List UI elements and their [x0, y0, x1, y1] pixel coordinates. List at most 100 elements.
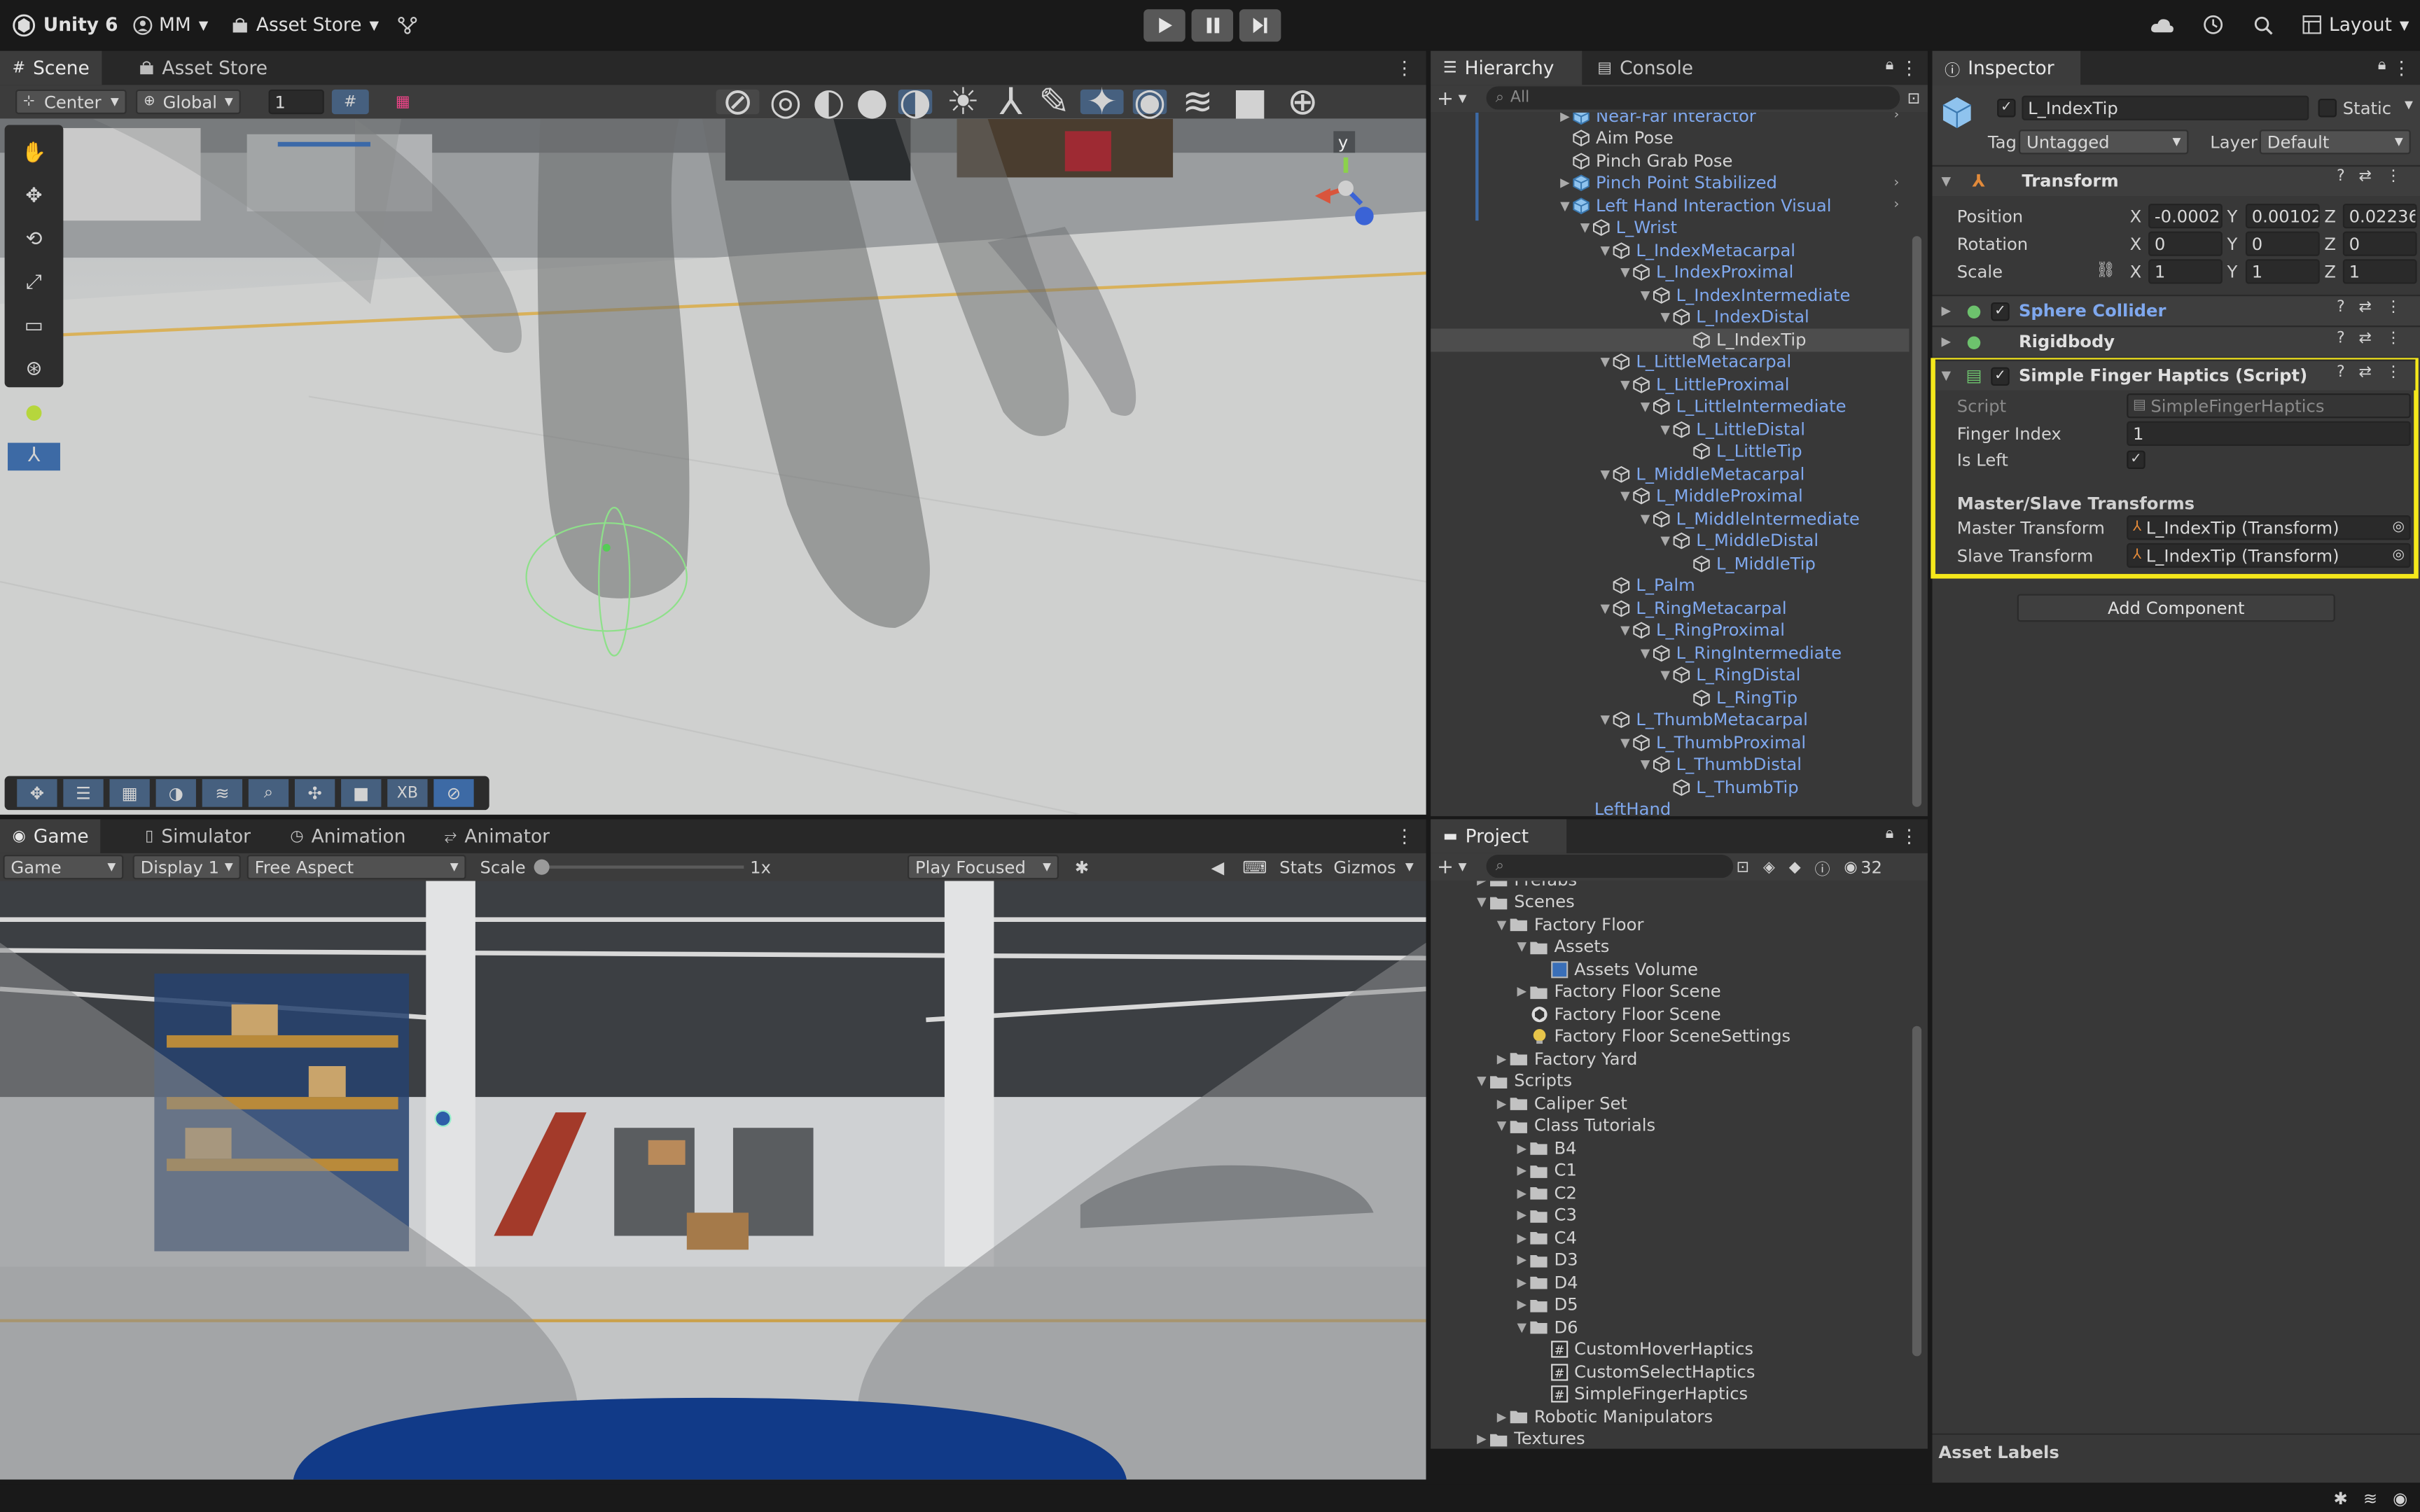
expand-arrow-icon[interactable]: ▼ [1597, 601, 1613, 616]
more-options-icon[interactable]: ⋮ [2392, 57, 2410, 79]
script-field[interactable]: ▤ SimpleFingerHaptics [2127, 393, 2411, 419]
expand-arrow-icon[interactable]: ▼ [1638, 757, 1653, 773]
orientation-icon[interactable]: ⊘ [716, 80, 760, 123]
pause-button[interactable] [1191, 9, 1234, 42]
collapse-arrow-icon[interactable]: ▶ [1514, 1163, 1529, 1178]
is-left-checkbox[interactable]: ✓ [2127, 450, 2146, 470]
project-row[interactable]: ▶ Caliper Set [1431, 1092, 1909, 1114]
scene-viewport[interactable]: y ✋ ✥ ⟲ ⤢ ▭ ⊛ ● ⅄ ✥ ☰ ▦ ◑ ≋ ⌕ ✣ ■ XB ⊘ [0, 118, 1426, 815]
tab-project[interactable]: ▬ Project [1431, 819, 1567, 853]
expand-arrow-icon[interactable]: ▼ [1657, 533, 1673, 549]
hand-tool-icon[interactable]: ✋ [5, 139, 64, 167]
hierarchy-row[interactable]: ▼ L_RingIntermediate [1431, 642, 1909, 664]
hierarchy-row[interactable]: L_IndexTip [1431, 328, 1910, 351]
cache-server-icon[interactable]: ≋ [2363, 1488, 2377, 1508]
open-prefab-icon[interactable]: › [1893, 176, 1899, 191]
hierarchy-row[interactable]: ▼ L_MiddleDistal [1431, 530, 1909, 552]
pivot-dropdown[interactable]: ⊹ Center ▼ [15, 89, 127, 115]
project-row[interactable]: ▶ D4 [1431, 1271, 1909, 1294]
lock-icon[interactable]: 🔒︎ [2378, 57, 2386, 74]
hierarchy-row[interactable]: ▼ L_LittleMetacarpal [1431, 351, 1909, 373]
project-row[interactable]: ▶ B4 [1431, 1137, 1909, 1159]
layers-icon[interactable]: ≋ [202, 779, 243, 807]
scale-tool-icon[interactable]: ⤢ [5, 270, 64, 298]
add-component-button[interactable]: Add Component [2017, 594, 2335, 622]
haptics-enabled-checkbox[interactable]: ✓ [1991, 366, 2010, 385]
mute-audio-icon[interactable]: ◀ [1204, 855, 1232, 879]
grid-snap-toggle[interactable]: # [331, 89, 369, 115]
open-prefab-icon[interactable]: › [1893, 113, 1899, 124]
xb-tool-button[interactable]: XB [387, 779, 428, 807]
project-row[interactable]: Factory Floor SceneSettings [1431, 1026, 1909, 1048]
project-row[interactable]: ▼ Scripts [1431, 1070, 1909, 1093]
tab-simulator[interactable]: ▯ Simulator [133, 819, 263, 853]
help-icon[interactable]: ? [2337, 300, 2345, 316]
project-row[interactable]: ▶ C2 [1431, 1182, 1909, 1204]
project-row[interactable]: Assets Volume [1431, 958, 1909, 981]
lit-icon[interactable]: ◑ [898, 80, 933, 123]
gizmos-dropdown[interactable]: Gizmos ▼ [1333, 855, 1413, 879]
rotation-y-input[interactable]: 0 [2245, 231, 2320, 256]
search-type-icon[interactable]: ⊡ [1903, 86, 1925, 111]
project-row[interactable]: # CustomHoverHaptics [1431, 1338, 1909, 1361]
hierarchy-row[interactable]: L_MiddleTip [1431, 552, 1909, 575]
more-options-icon[interactable]: ⋮ [2386, 330, 2401, 347]
bug-icon[interactable]: ✱ [1068, 855, 1096, 879]
hierarchy-row[interactable]: ▼ L_IndexMetacarpal [1431, 239, 1909, 262]
project-row[interactable]: ▶ Factory Yard [1431, 1048, 1909, 1070]
chevron-down-icon[interactable]: ▼ [2405, 99, 2413, 111]
master-transform-field[interactable]: ⅄ L_IndexTip (Transform) ◎ [2127, 515, 2411, 540]
hierarchy-scrollbar[interactable] [1912, 236, 1922, 807]
project-row[interactable]: ▶ C4 [1431, 1226, 1909, 1249]
scale-z-input[interactable]: 1 [2342, 259, 2417, 284]
hierarchy-row[interactable]: ▼ L_LittleDistal [1431, 418, 1909, 440]
collapse-arrow-icon[interactable]: ▶ [1494, 1409, 1510, 1424]
transform-tool-icon[interactable]: ⊛ [5, 356, 64, 384]
tab-animation[interactable]: ◷ Animation [278, 819, 418, 853]
tab-inspector[interactable]: ⓘ Inspector [1932, 50, 2081, 85]
slave-transform-field[interactable]: ⅄ L_IndexTip (Transform) ◎ [2127, 542, 2411, 568]
expand-arrow-icon[interactable]: ▼ [1597, 466, 1613, 482]
expand-arrow-icon[interactable]: ▼ [1578, 220, 1593, 236]
expand-arrow-icon[interactable]: ▼ [1638, 399, 1653, 414]
more-options-icon[interactable]: ⋮ [1395, 825, 1413, 847]
tag-dropdown[interactable]: Untagged ▼ [2018, 130, 2189, 155]
more-options-icon[interactable]: ⋮ [2386, 168, 2401, 185]
debug-draw-icon[interactable]: ☀ [941, 80, 985, 124]
hierarchy-row[interactable]: ▼ L_Wrist [1431, 217, 1909, 239]
more-options-icon[interactable]: ⋮ [2386, 364, 2401, 381]
collapse-arrow-icon[interactable]: ▶ [1514, 1208, 1529, 1223]
align-icon[interactable]: ☰ [63, 779, 104, 807]
tab-animator[interactable]: ⥂ Animator [432, 819, 562, 853]
hierarchy-row[interactable]: L_ThumbTip [1431, 776, 1909, 799]
tab-hierarchy[interactable]: ☰ Hierarchy [1431, 50, 1583, 85]
object-name-input[interactable]: L_IndexTip [2022, 95, 2309, 120]
more-options-icon[interactable]: ⋮ [1900, 57, 1918, 79]
project-row[interactable]: # SimpleFingerHaptics [1431, 1383, 1909, 1406]
play-mode-dropdown[interactable]: Play Focused ▼ [908, 855, 1059, 880]
project-row[interactable]: ▶ C1 [1431, 1159, 1909, 1182]
collapse-arrow-icon[interactable]: ▶ [1514, 1275, 1529, 1290]
hidden-count[interactable]: ◉ 32 [1844, 857, 1882, 877]
expand-arrow-icon[interactable]: ▼ [1657, 668, 1673, 683]
collapse-arrow-icon[interactable]: ▶ [1474, 881, 1489, 888]
more-options-icon[interactable]: ⋮ [2386, 300, 2401, 316]
preset-icon[interactable]: ⇄ [2359, 168, 2372, 185]
expand-arrow-icon[interactable]: ▼ [1618, 489, 1633, 504]
project-row[interactable]: ▼ Assets [1431, 936, 1909, 958]
expand-arrow-icon[interactable]: ▼ [1597, 713, 1613, 728]
history-icon[interactable] [2199, 13, 2227, 37]
version-control-icon[interactable] [395, 13, 419, 37]
more-options-icon[interactable]: ⋮ [1900, 825, 1918, 847]
hierarchy-row[interactable]: L_LittleTip [1431, 440, 1909, 463]
progress-check-icon[interactable]: ◉ [2393, 1488, 2407, 1508]
object-picker-icon[interactable]: ◎ [2393, 520, 2405, 536]
lock-icon[interactable]: 🔒︎ [1886, 57, 1894, 74]
project-search-input[interactable]: ⌕ [1486, 855, 1734, 878]
collapse-arrow-icon[interactable]: ▶ [1557, 113, 1573, 124]
hierarchy-row[interactable]: ▼ L_MiddleMetacarpal [1431, 463, 1909, 485]
unity-menu[interactable]: Unity 6 [3, 9, 127, 40]
rotation-x-input[interactable]: 0 [2148, 231, 2223, 256]
help-icon[interactable]: ? [2337, 168, 2345, 185]
help-icon[interactable]: ? [2337, 330, 2345, 347]
